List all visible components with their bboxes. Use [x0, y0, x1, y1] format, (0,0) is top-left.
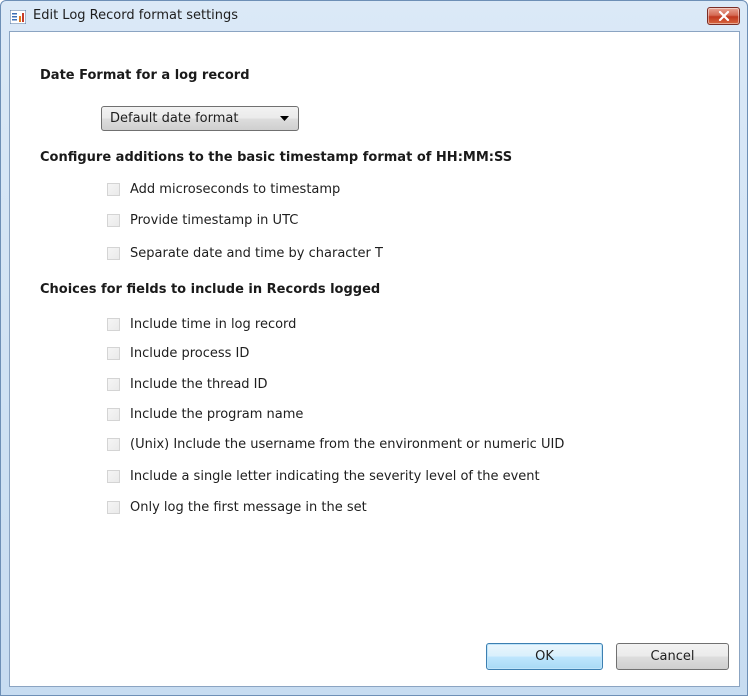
checkbox-label: Only log the first message in the set [130, 500, 367, 515]
checkbox-label: Include process ID [130, 346, 250, 361]
date-format-heading: Date Format for a log record [40, 68, 250, 83]
checkbox-label: Provide timestamp in UTC [130, 213, 299, 228]
checkbox[interactable] [107, 378, 120, 391]
checkbox-label: Include time in log record [130, 317, 297, 332]
date-format-select[interactable]: Default date format [101, 106, 299, 131]
fields-heading: Choices for fields to include in Records… [40, 282, 381, 297]
close-button[interactable] [707, 7, 740, 25]
checkbox[interactable] [107, 501, 120, 514]
checkbox-label: Include a single letter indicating the s… [130, 469, 540, 484]
window-settings-icon [9, 9, 27, 25]
checkbox-label: Add microseconds to timestamp [130, 182, 341, 197]
checkbox[interactable] [107, 318, 120, 331]
checkbox-label: Include the thread ID [130, 377, 268, 392]
checkbox-label: (Unix) Include the username from the env… [130, 437, 565, 452]
timestamp-heading: Configure additions to the basic timesta… [40, 150, 513, 165]
cancel-button[interactable]: Cancel [616, 643, 729, 670]
checkbox[interactable] [107, 247, 120, 260]
date-format-value: Default date format [110, 111, 239, 126]
dialog-content: Date Format for a log record Default dat… [9, 31, 740, 687]
chevron-down-icon [280, 116, 289, 121]
checkbox-label: Include the program name [130, 407, 304, 422]
ok-button[interactable]: OK [486, 643, 603, 670]
checkbox[interactable] [107, 183, 120, 196]
close-icon [718, 11, 730, 21]
checkbox[interactable] [107, 470, 120, 483]
checkbox[interactable] [107, 347, 120, 360]
dialog-window: Edit Log Record format settings Date For… [0, 0, 748, 696]
checkbox[interactable] [107, 438, 120, 451]
window-title: Edit Log Record format settings [33, 8, 239, 23]
checkbox[interactable] [107, 408, 120, 421]
checkbox-label: Separate date and time by character T [130, 246, 383, 261]
checkbox[interactable] [107, 214, 120, 227]
title-bar[interactable]: Edit Log Record format settings [1, 1, 747, 31]
